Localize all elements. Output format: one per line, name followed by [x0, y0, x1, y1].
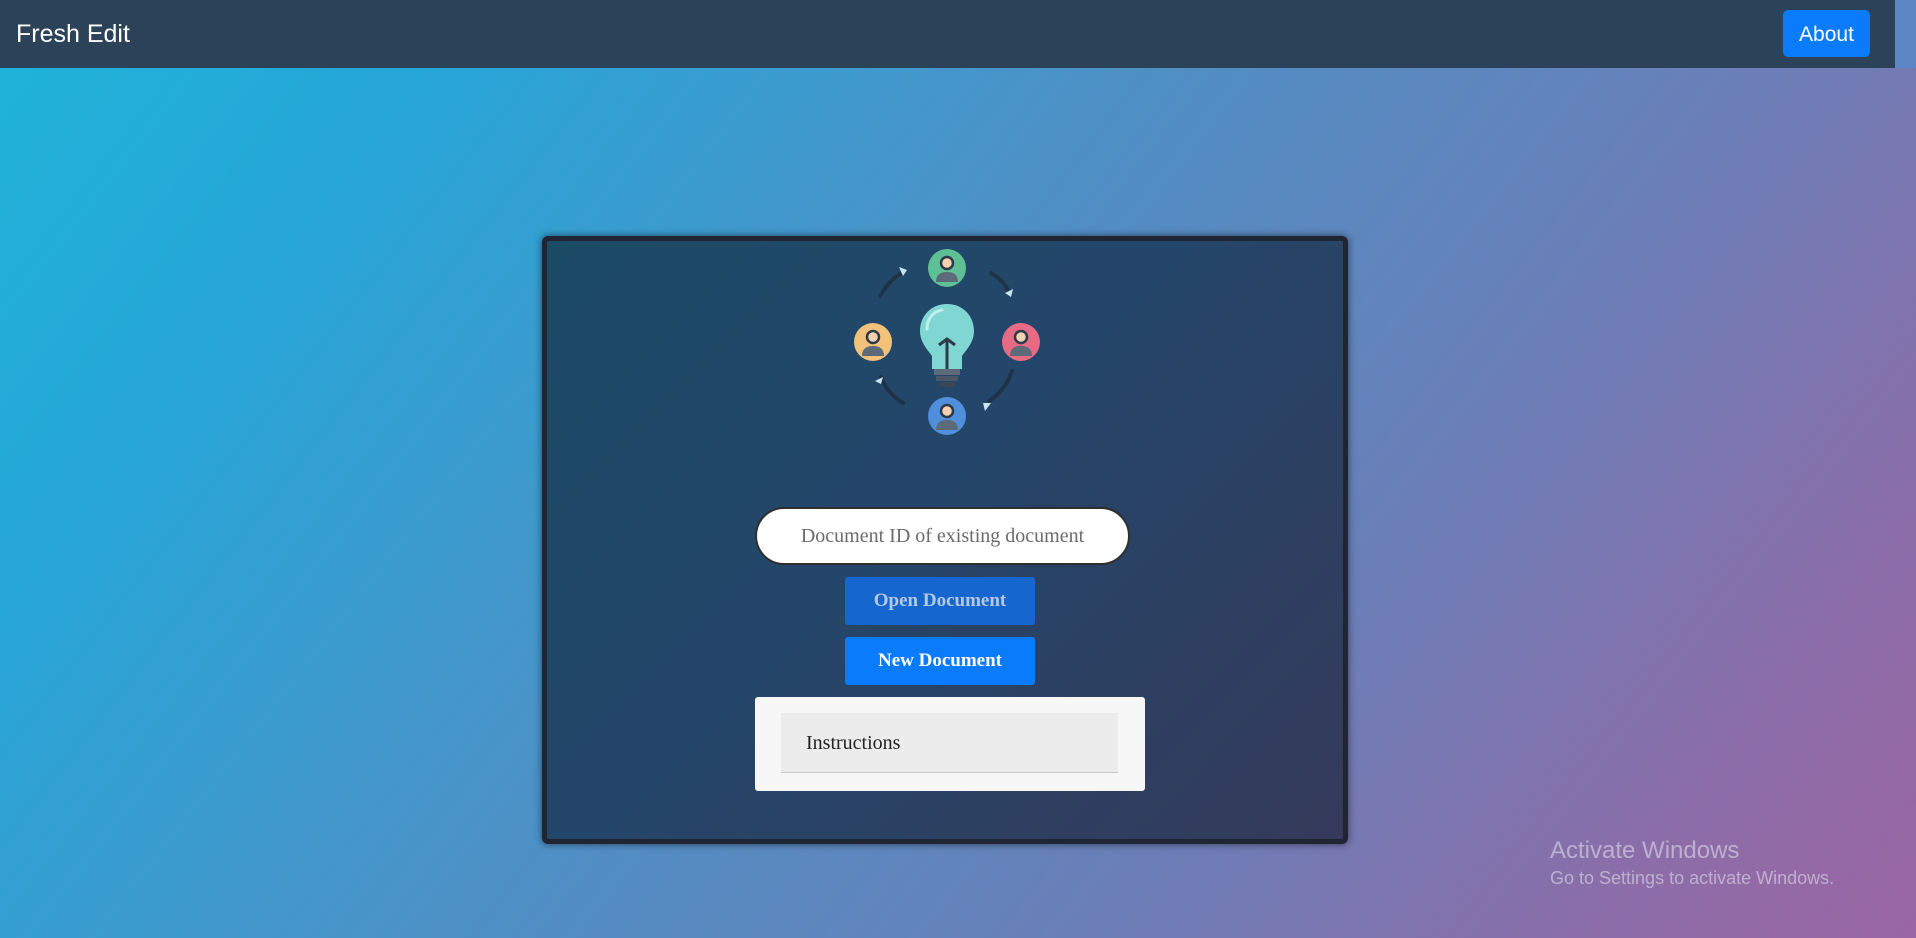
instructions-label: Instructions: [806, 732, 901, 754]
windows-activation-watermark: Activate Windows Go to Settings to activ…: [1550, 836, 1834, 890]
brand-title[interactable]: Fresh Edit: [16, 17, 130, 51]
user-avatar-icon: [928, 397, 966, 435]
user-avatar-icon: [854, 323, 892, 361]
watermark-title: Activate Windows: [1550, 837, 1740, 864]
instructions-toggle[interactable]: Instructions: [781, 713, 1118, 773]
navbar-edge: [1895, 0, 1916, 68]
navbar: Fresh Edit About: [0, 0, 1895, 68]
instructions-panel: Instructions: [755, 697, 1145, 791]
user-avatar-icon: [928, 249, 966, 287]
user-avatar-icon: [1002, 323, 1040, 361]
watermark-subtitle: Go to Settings to activate Windows.: [1550, 868, 1835, 888]
main-card: Open Document New Document Instructions: [542, 236, 1348, 844]
collaboration-illustration: [854, 249, 1040, 435]
new-document-button[interactable]: New Document: [845, 637, 1035, 685]
document-id-input[interactable]: [755, 507, 1130, 565]
about-button[interactable]: About: [1783, 10, 1870, 57]
open-document-button[interactable]: Open Document: [845, 577, 1035, 625]
lightbulb-icon: [920, 304, 974, 387]
